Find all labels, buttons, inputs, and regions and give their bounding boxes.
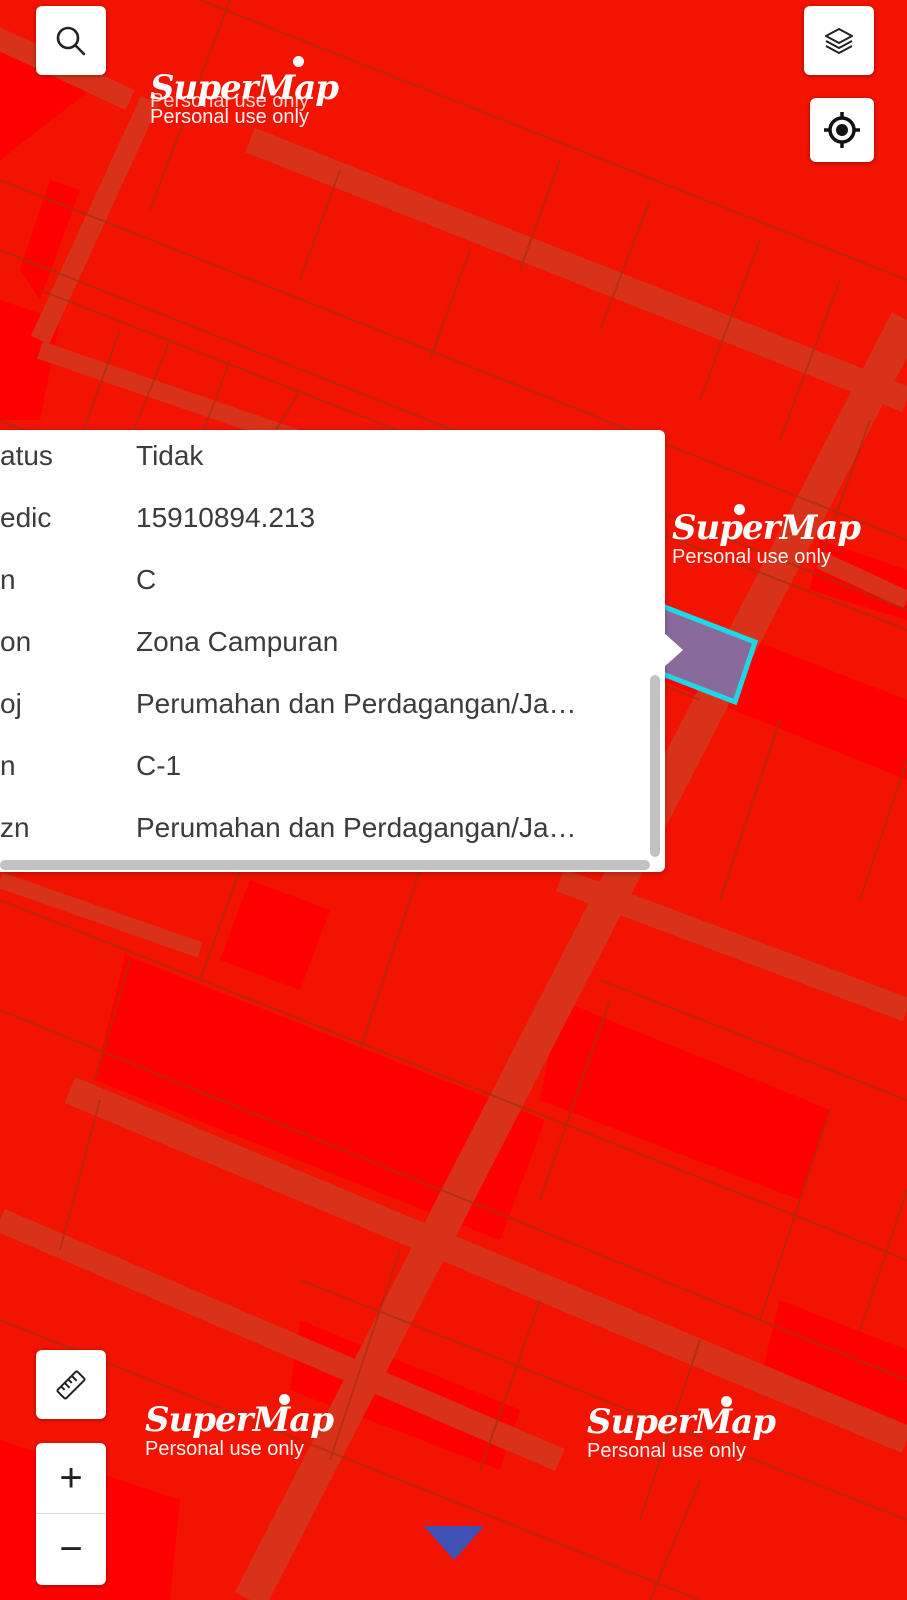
popup-row-key: n: [0, 750, 16, 781]
popup-row: oj Perumahan dan Perdagangan/Ja…: [0, 688, 640, 728]
locate-button[interactable]: [810, 98, 874, 162]
popup-row: n C-1: [0, 750, 640, 790]
popup-vertical-scrollbar[interactable]: [650, 675, 660, 857]
feature-popup[interactable]: atus Tidak edic 15910894.213 n C on Zona…: [0, 430, 665, 872]
popup-row-key: edic: [0, 502, 52, 533]
popup-row: atus Tidak: [0, 440, 640, 480]
layers-icon: [825, 27, 853, 54]
measure-button[interactable]: [36, 1350, 106, 1419]
popup-horizontal-scrollbar[interactable]: [0, 860, 650, 870]
popup-row-value: C-1: [136, 750, 182, 781]
popup-row-key: on: [0, 626, 32, 657]
popup-row-value: C: [136, 564, 157, 595]
popup-row-key: n: [0, 564, 16, 595]
popup-row-value: Tidak: [136, 440, 204, 471]
popup-row-value: 15910894.213: [136, 502, 316, 533]
ruler-icon: [56, 1369, 86, 1400]
popup-row: edic 15910894.213: [0, 502, 640, 542]
triangle-down-icon: [424, 1526, 484, 1560]
locate-icon: [824, 112, 860, 148]
popup-row: n C: [0, 564, 640, 604]
popup-row-key: oj: [0, 688, 22, 719]
zoom-out-button[interactable]: −: [36, 1514, 106, 1585]
zoom-in-button[interactable]: +: [36, 1443, 106, 1514]
popup-row: zn Perumahan dan Perdagangan/Ja…: [0, 812, 640, 852]
layers-button[interactable]: [804, 6, 874, 75]
popup-row-value: Zona Campuran: [136, 626, 339, 657]
search-button[interactable]: [36, 6, 106, 75]
popup-row-value: Perumahan dan Perdagangan/Ja…: [136, 688, 577, 719]
popup-pointer: [663, 632, 683, 668]
popup-row: on Zona Campuran: [0, 626, 640, 666]
expand-panel-button[interactable]: [422, 1524, 486, 1562]
popup-row-key: atus: [0, 440, 53, 471]
popup-row-value: Perumahan dan Perdagangan/Ja…: [136, 812, 577, 843]
zoom-control: + −: [36, 1443, 106, 1585]
search-icon: [56, 26, 86, 55]
popup-row-key: zn: [0, 812, 30, 843]
